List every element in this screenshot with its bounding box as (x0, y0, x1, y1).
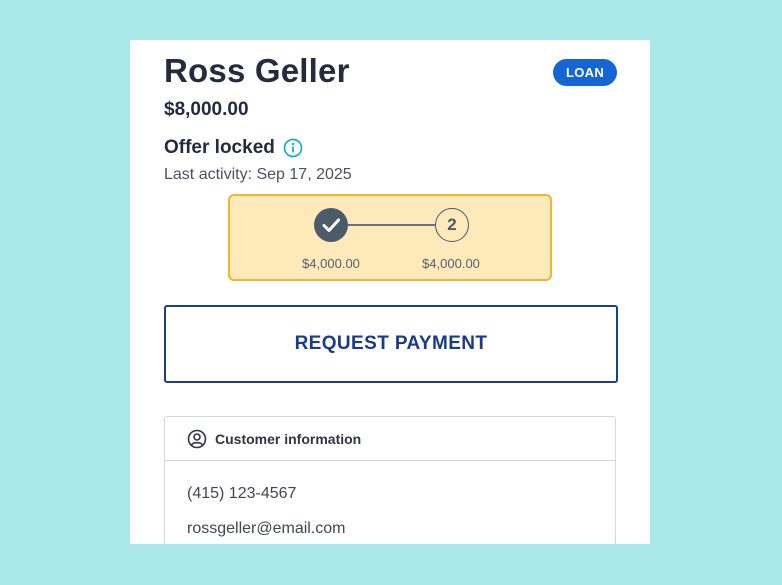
request-payment-button[interactable]: REQUEST PAYMENT (164, 305, 618, 383)
check-icon (322, 218, 340, 232)
person-circle-icon (187, 429, 207, 449)
progress-connector (333, 224, 437, 226)
app-frame: Ross Geller LOAN $8,000.00 Offer locked … (0, 0, 782, 585)
customer-information-title: Customer information (215, 430, 362, 447)
customer-phone: (415) 123-4567 (187, 485, 297, 502)
customer-email: rossgeller@email.com (187, 520, 346, 537)
step-pending: 2 (435, 208, 469, 242)
step-1-amount: $4,000.00 (302, 256, 360, 271)
customer-information-panel: Customer information (415) 123-4567 ross… (164, 416, 616, 544)
payment-progress: 2 $4,000.00 $4,000.00 (228, 194, 552, 281)
step-complete (314, 208, 348, 242)
last-activity: Last activity: Sep 17, 2025 (164, 166, 352, 183)
offer-status-label: Offer locked (164, 137, 275, 158)
info-icon[interactable] (283, 138, 303, 158)
step-2-amount: $4,000.00 (422, 256, 480, 271)
loan-amount: $8,000.00 (164, 99, 249, 120)
customer-information-header: Customer information (165, 417, 615, 461)
loan-type-badge: LOAN (553, 59, 617, 86)
offer-status: Offer locked (164, 137, 303, 159)
loan-card: Ross Geller LOAN $8,000.00 Offer locked … (130, 40, 650, 544)
customer-name: Ross Geller (164, 52, 350, 89)
